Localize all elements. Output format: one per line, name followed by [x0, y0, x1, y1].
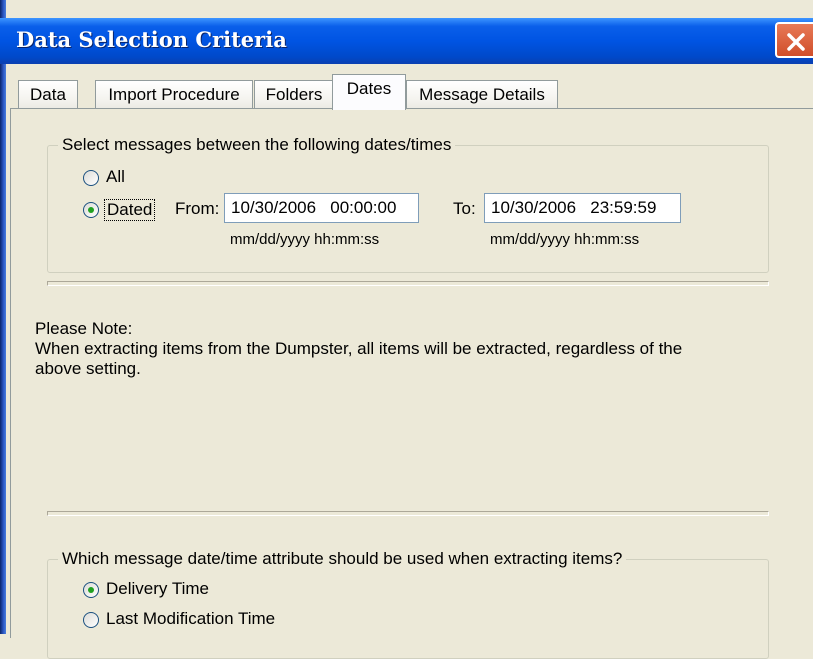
note-heading: Please Note: [35, 319, 133, 338]
date-range-legend: Select messages between the following da… [58, 135, 456, 155]
to-datetime-input[interactable]: 10/30/2006 23:59:59 [484, 193, 681, 223]
window-left-border [0, 0, 6, 634]
radio-last-modification-time[interactable] [83, 612, 99, 628]
tab-label: Import Procedure [108, 85, 240, 104]
dates-tab-panel: Select messages between the following da… [10, 108, 813, 659]
to-format-hint: mm/dd/yyyy hh:mm:ss [490, 231, 640, 248]
tab-import-procedure[interactable]: Import Procedure [95, 80, 253, 108]
tab-dates[interactable]: Dates [332, 74, 406, 110]
from-format-hint: mm/dd/yyyy hh:mm:ss [230, 231, 380, 248]
from-datetime-input[interactable]: 10/30/2006 00:00:00 [224, 193, 419, 223]
tab-label: Folders [265, 85, 323, 104]
radio-dated[interactable] [83, 202, 99, 218]
radio-all[interactable] [83, 170, 99, 186]
radio-delivery-time-label[interactable]: Delivery Time [106, 579, 209, 599]
tab-label: Data [30, 85, 66, 104]
radio-delivery-time[interactable] [83, 582, 99, 598]
window-title: Data Selection Criteria [16, 27, 287, 52]
tab-message-details[interactable]: Message Details [406, 80, 558, 108]
radio-selected-dot [88, 207, 94, 213]
radio-all-label[interactable]: All [106, 167, 125, 187]
radio-selected-dot [88, 587, 94, 593]
note-block: Please Note: When extracting items from … [35, 319, 682, 379]
tab-strip: Data Import Procedure Folders Dates Mess… [10, 74, 800, 110]
to-label: To: [453, 199, 476, 218]
close-icon [787, 33, 805, 51]
tab-folders[interactable]: Folders [254, 80, 334, 108]
title-bar[interactable]: Data Selection Criteria [0, 18, 813, 64]
attribute-legend: Which message date/time attribute should… [58, 549, 627, 569]
radio-last-modification-label[interactable]: Last Modification Time [106, 609, 275, 629]
note-line-1: When extracting items from the Dumpster,… [35, 339, 683, 358]
tab-label: Message Details [419, 85, 545, 104]
close-button[interactable] [775, 22, 813, 58]
radio-dated-label[interactable]: Dated [104, 199, 156, 221]
separator-bottom [47, 511, 769, 516]
tab-data[interactable]: Data [18, 80, 78, 108]
tab-label: Dates [346, 79, 392, 98]
separator-top [47, 281, 769, 286]
from-label: From: [175, 199, 220, 218]
note-line-2: above setting. [35, 359, 141, 378]
